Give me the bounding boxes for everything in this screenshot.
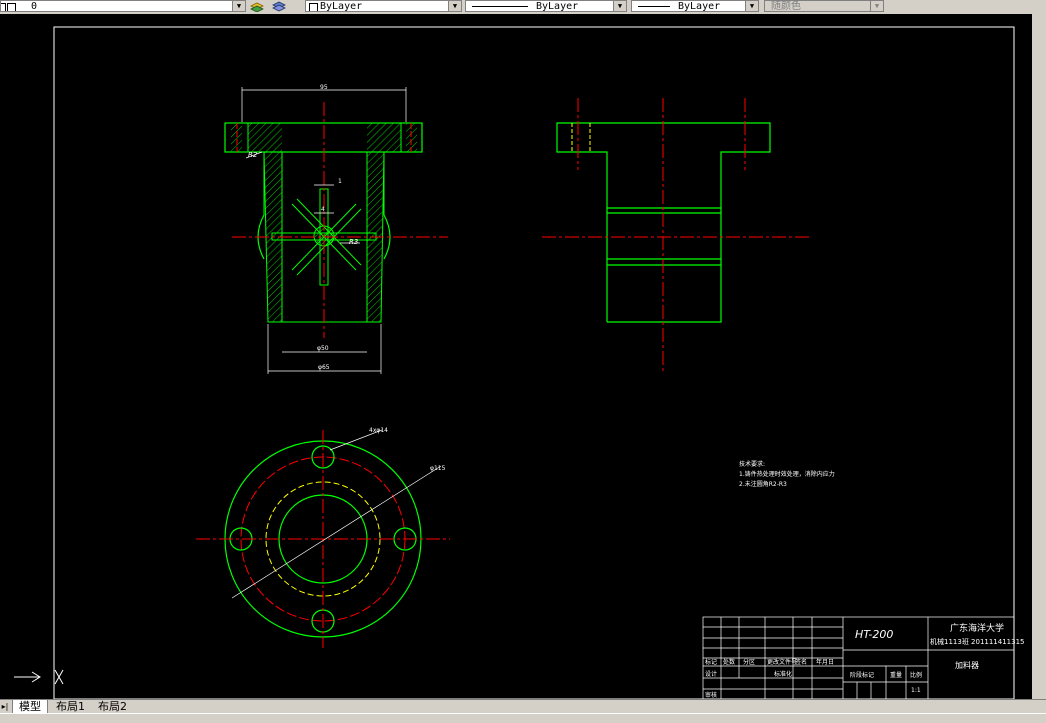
chevron-down-icon[interactable]: ▼ xyxy=(232,1,245,11)
header-docno: 更改文件号 xyxy=(767,658,797,666)
front-section-view: 95 R2 1 4 R3 φ50 φ65 xyxy=(224,84,448,374)
title-block-text: HT-200 广东海洋大学 机械1113班 201111411315 加料器 标… xyxy=(705,622,1024,699)
dim-phi50: φ50 xyxy=(317,345,329,352)
notes-line-2: 2.未注圆角R2-R3 xyxy=(739,480,787,488)
linetype-dropdown[interactable]: ByLayer ▼ xyxy=(465,0,627,12)
header-weight: 重量 xyxy=(890,671,902,679)
header-scale: 比例 xyxy=(910,671,922,679)
chevron-down-icon[interactable]: ▼ xyxy=(745,1,758,11)
header-mark: 标记 xyxy=(705,658,717,666)
dim-4: 4 xyxy=(321,206,325,213)
vertical-scrollbar[interactable] xyxy=(1032,14,1046,699)
chevron-down-icon: ▼ xyxy=(870,1,883,11)
lineweight-dropdown[interactable]: ByLayer ▼ xyxy=(631,0,759,12)
header-count: 处数 xyxy=(723,658,735,666)
layer-lock-icon xyxy=(7,3,16,11)
technical-notes: 技术要求: 1.铸件热处理时效处理，消除内应力 2.未注圆角R2-R3 xyxy=(739,460,835,488)
layer-color-swatch xyxy=(1,3,6,11)
dim-holes: 4xφ14 xyxy=(369,427,388,434)
top-view: 4xφ14 φ115 xyxy=(196,427,450,648)
header-design: 设计 xyxy=(705,670,717,678)
cad-drawing: 95 R2 1 4 R3 φ50 φ65 4xφ14 φ115 技术要求: 1.… xyxy=(14,26,1024,699)
ucs-icon xyxy=(14,669,64,685)
university-label: 广东海洋大学 xyxy=(950,622,1004,634)
tab-layout2[interactable]: 布局2 xyxy=(92,700,133,713)
color-swatch xyxy=(309,3,318,11)
layout-tabs: ▸| 模型 布局1 布局2 xyxy=(0,699,1046,714)
linetype-preview xyxy=(472,6,528,7)
layer-previous-icon[interactable] xyxy=(250,0,264,12)
layer-dropdown[interactable]: 0 ▼ xyxy=(0,0,246,12)
notes-heading: 技术要求: xyxy=(739,460,765,468)
part-name-label: 加料器 xyxy=(955,660,979,670)
tab-layout1[interactable]: 布局1 xyxy=(50,700,91,713)
header-sign: 签名 xyxy=(795,658,807,666)
drawing-canvas[interactable]: 95 R2 1 4 R3 φ50 φ65 4xφ14 φ115 技术要求: 1.… xyxy=(0,14,1046,699)
dim-phi115: φ115 xyxy=(430,465,446,472)
dim-1: 1 xyxy=(338,178,342,185)
layer-states-icon[interactable] xyxy=(272,0,286,12)
tab-model[interactable]: 模型 xyxy=(12,700,48,714)
side-view xyxy=(542,98,810,372)
plotstyle-dropdown: 随颜色 ▼ xyxy=(764,0,884,12)
dim-95: 95 xyxy=(320,84,328,91)
dim-r2: R2 xyxy=(248,151,258,159)
dim-r3: R3 xyxy=(349,238,358,246)
header-standardize: 标准化 xyxy=(774,670,792,678)
header-zone: 分区 xyxy=(743,658,755,666)
tab-nav-last-icon[interactable]: ▸| xyxy=(0,700,10,713)
dim-phi65: φ65 xyxy=(318,364,330,371)
color-dropdown[interactable]: ByLayer ▼ xyxy=(305,0,462,12)
chevron-down-icon[interactable]: ▼ xyxy=(613,1,626,11)
chevron-down-icon[interactable]: ▼ xyxy=(448,1,461,11)
properties-toolbar: 0 ▼ ByLayer ▼ ByLayer ▼ ByLayer ▼ 随颜色 ▼ xyxy=(0,0,1046,15)
header-date: 年月日 xyxy=(816,658,834,666)
header-stage: 阶段标记 xyxy=(850,671,874,679)
notes-line-1: 1.铸件热处理时效处理，消除内应力 xyxy=(739,470,835,478)
lineweight-preview xyxy=(638,6,670,7)
scale-value: 1:1 xyxy=(911,687,921,694)
class-id-label: 机械1113班 201111411315 xyxy=(930,637,1024,646)
header-review: 审核 xyxy=(705,691,717,699)
drawing-border xyxy=(53,26,1015,699)
material-label: HT-200 xyxy=(855,628,893,641)
